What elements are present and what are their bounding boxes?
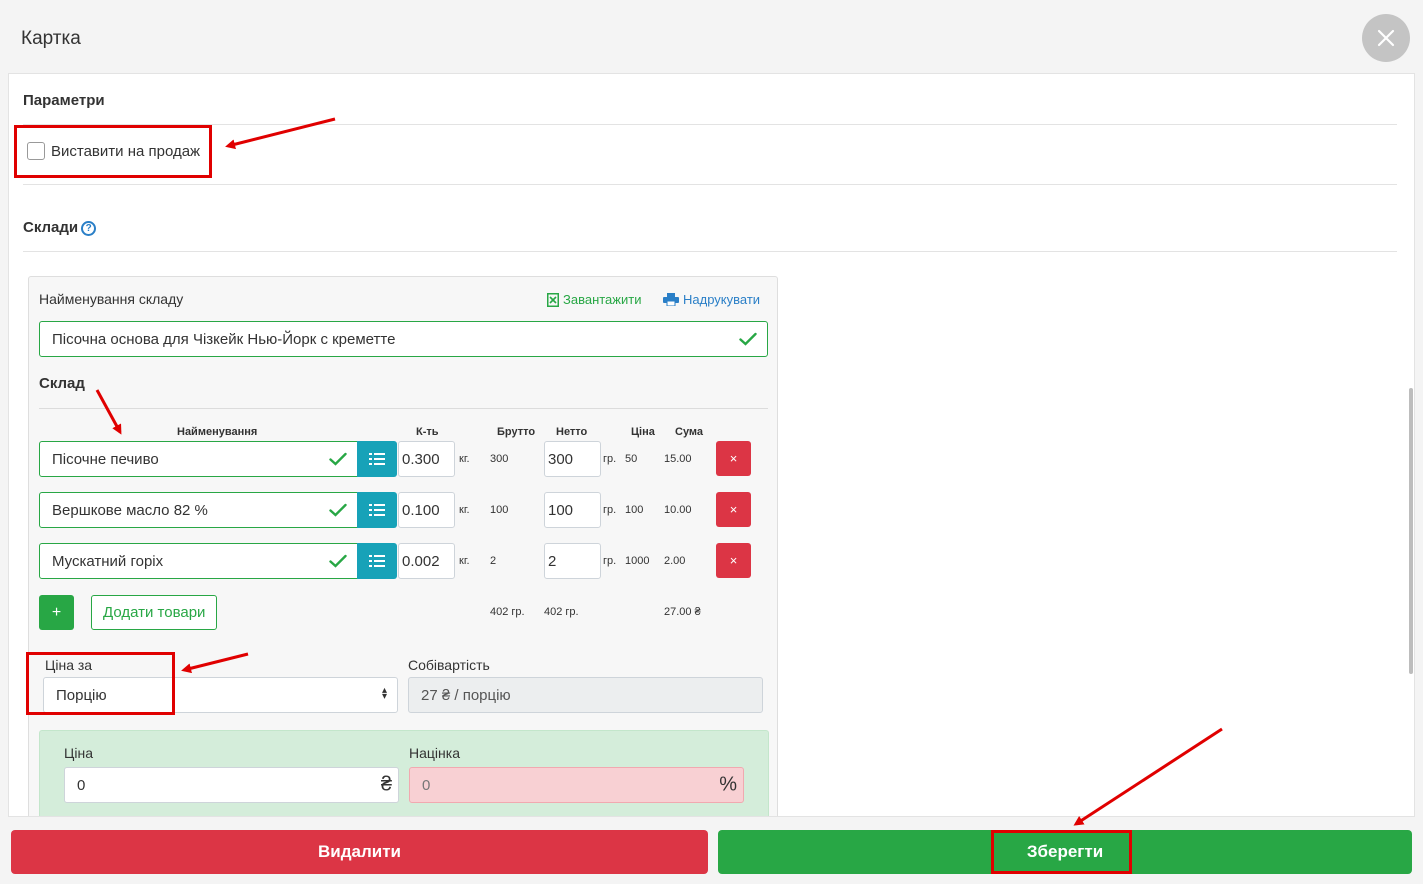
warehouse-card: Найменування складу Завантажити Надрукув…: [28, 276, 778, 816]
save-button[interactable]: Зберегти: [718, 830, 1412, 874]
warehouses-section-title: Склади?: [23, 219, 97, 236]
net-unit: гр.: [603, 453, 617, 465]
total-sum: 27.00 ₴: [664, 606, 701, 618]
check-icon: [329, 503, 347, 517]
close-button[interactable]: [1362, 14, 1410, 62]
select-product-button[interactable]: [357, 492, 397, 528]
list-icon: [369, 504, 385, 516]
check-icon: [739, 332, 757, 346]
list-icon: [369, 453, 385, 465]
params-section-title: Параметри: [23, 92, 105, 109]
price-value: 50: [625, 453, 638, 465]
col-gross: Брутто: [497, 426, 536, 438]
net-unit: гр.: [603, 504, 617, 516]
gross-value: 2: [490, 555, 497, 567]
net-input[interactable]: 100: [544, 492, 601, 528]
price-value: 1000: [625, 555, 650, 567]
qty-input[interactable]: 0.100: [398, 492, 455, 528]
col-net: Нетто: [556, 426, 588, 438]
cost-label: Собівартість: [408, 657, 490, 673]
sum-value: 15.00: [664, 453, 692, 465]
qty-input[interactable]: 0.002: [398, 543, 455, 579]
price-value: 100: [625, 504, 644, 516]
col-price: Ціна: [631, 426, 655, 438]
divider: [23, 124, 1397, 125]
qty-unit: кг.: [459, 504, 470, 516]
for-sale-label: Виставити на продаж: [51, 142, 201, 160]
download-link[interactable]: Завантажити: [547, 292, 641, 307]
for-sale-row[interactable]: Виставити на продаж: [27, 142, 200, 160]
delete-row-button[interactable]: ×: [716, 492, 751, 527]
markup-label: Націнка: [409, 745, 460, 761]
ingredient-name-input[interactable]: Пісочне печиво: [39, 441, 358, 477]
price-for-select[interactable]: Порцію ▴ ▾: [43, 677, 398, 713]
percent-icon: %: [719, 773, 737, 796]
warehouse-name-input[interactable]: Пісочна основа для Чізкейк Нью-Йорк с кр…: [39, 321, 768, 357]
select-product-button[interactable]: [357, 543, 397, 579]
delete-button[interactable]: Видалити: [11, 830, 708, 874]
ingredient-name-input[interactable]: Мускатний горіх: [39, 543, 358, 579]
divider: [23, 184, 1397, 185]
net-input[interactable]: 2: [544, 543, 601, 579]
print-link[interactable]: Надрукувати: [663, 292, 760, 307]
qty-input[interactable]: 0.300: [398, 441, 455, 477]
price-block: Ціна 0 ₴ Націнка 0 %: [39, 730, 769, 816]
delete-row-button[interactable]: ×: [716, 441, 751, 476]
divider: [23, 251, 1397, 252]
for-sale-checkbox[interactable]: [27, 142, 45, 160]
cost-field: 27 ₴ / порцію: [408, 677, 763, 713]
ingredient-name-input[interactable]: Вершкове масло 82 %: [39, 492, 358, 528]
printer-icon: [663, 293, 679, 306]
sum-value: 2.00: [664, 555, 686, 567]
gross-value: 300: [490, 453, 509, 465]
sum-value: 10.00: [664, 504, 692, 516]
price-label: Ціна: [64, 745, 93, 761]
total-net: 402 гр.: [544, 606, 579, 618]
net-unit: гр.: [603, 555, 617, 567]
excel-icon: [547, 292, 559, 307]
check-icon: [329, 452, 347, 466]
warehouse-name-label: Найменування складу: [39, 291, 184, 307]
price-input[interactable]: 0 ₴: [64, 767, 399, 803]
qty-unit: кг.: [459, 453, 470, 465]
net-input[interactable]: 300: [544, 441, 601, 477]
delete-row-button[interactable]: ×: [716, 543, 751, 578]
add-row-button[interactable]: +: [39, 595, 74, 630]
composition-title: Склад: [39, 375, 85, 392]
question-circle-icon[interactable]: ?: [81, 221, 97, 236]
modal-title: Картка: [21, 28, 81, 49]
modal-content: Параметри Виставити на продаж Склади? На…: [8, 73, 1415, 817]
close-icon: [1377, 29, 1395, 47]
hryvnia-icon: ₴: [380, 773, 392, 796]
add-goods-button[interactable]: Додати товари: [91, 595, 218, 630]
divider: [39, 408, 768, 409]
scrollbar[interactable]: [1409, 388, 1413, 674]
check-icon: [329, 554, 347, 568]
col-name: Найменування: [177, 426, 258, 438]
select-caret-icon: ▴ ▾: [381, 685, 387, 702]
col-qty: К-ть: [416, 426, 439, 438]
price-for-label: Ціна за: [45, 657, 93, 673]
qty-unit: кг.: [459, 555, 470, 567]
gross-value: 100: [490, 504, 509, 516]
list-icon: [369, 555, 385, 567]
select-product-button[interactable]: [357, 441, 397, 477]
col-sum: Сума: [675, 426, 704, 438]
total-gross: 402 гр.: [490, 606, 525, 618]
markup-input[interactable]: 0 %: [409, 767, 744, 803]
